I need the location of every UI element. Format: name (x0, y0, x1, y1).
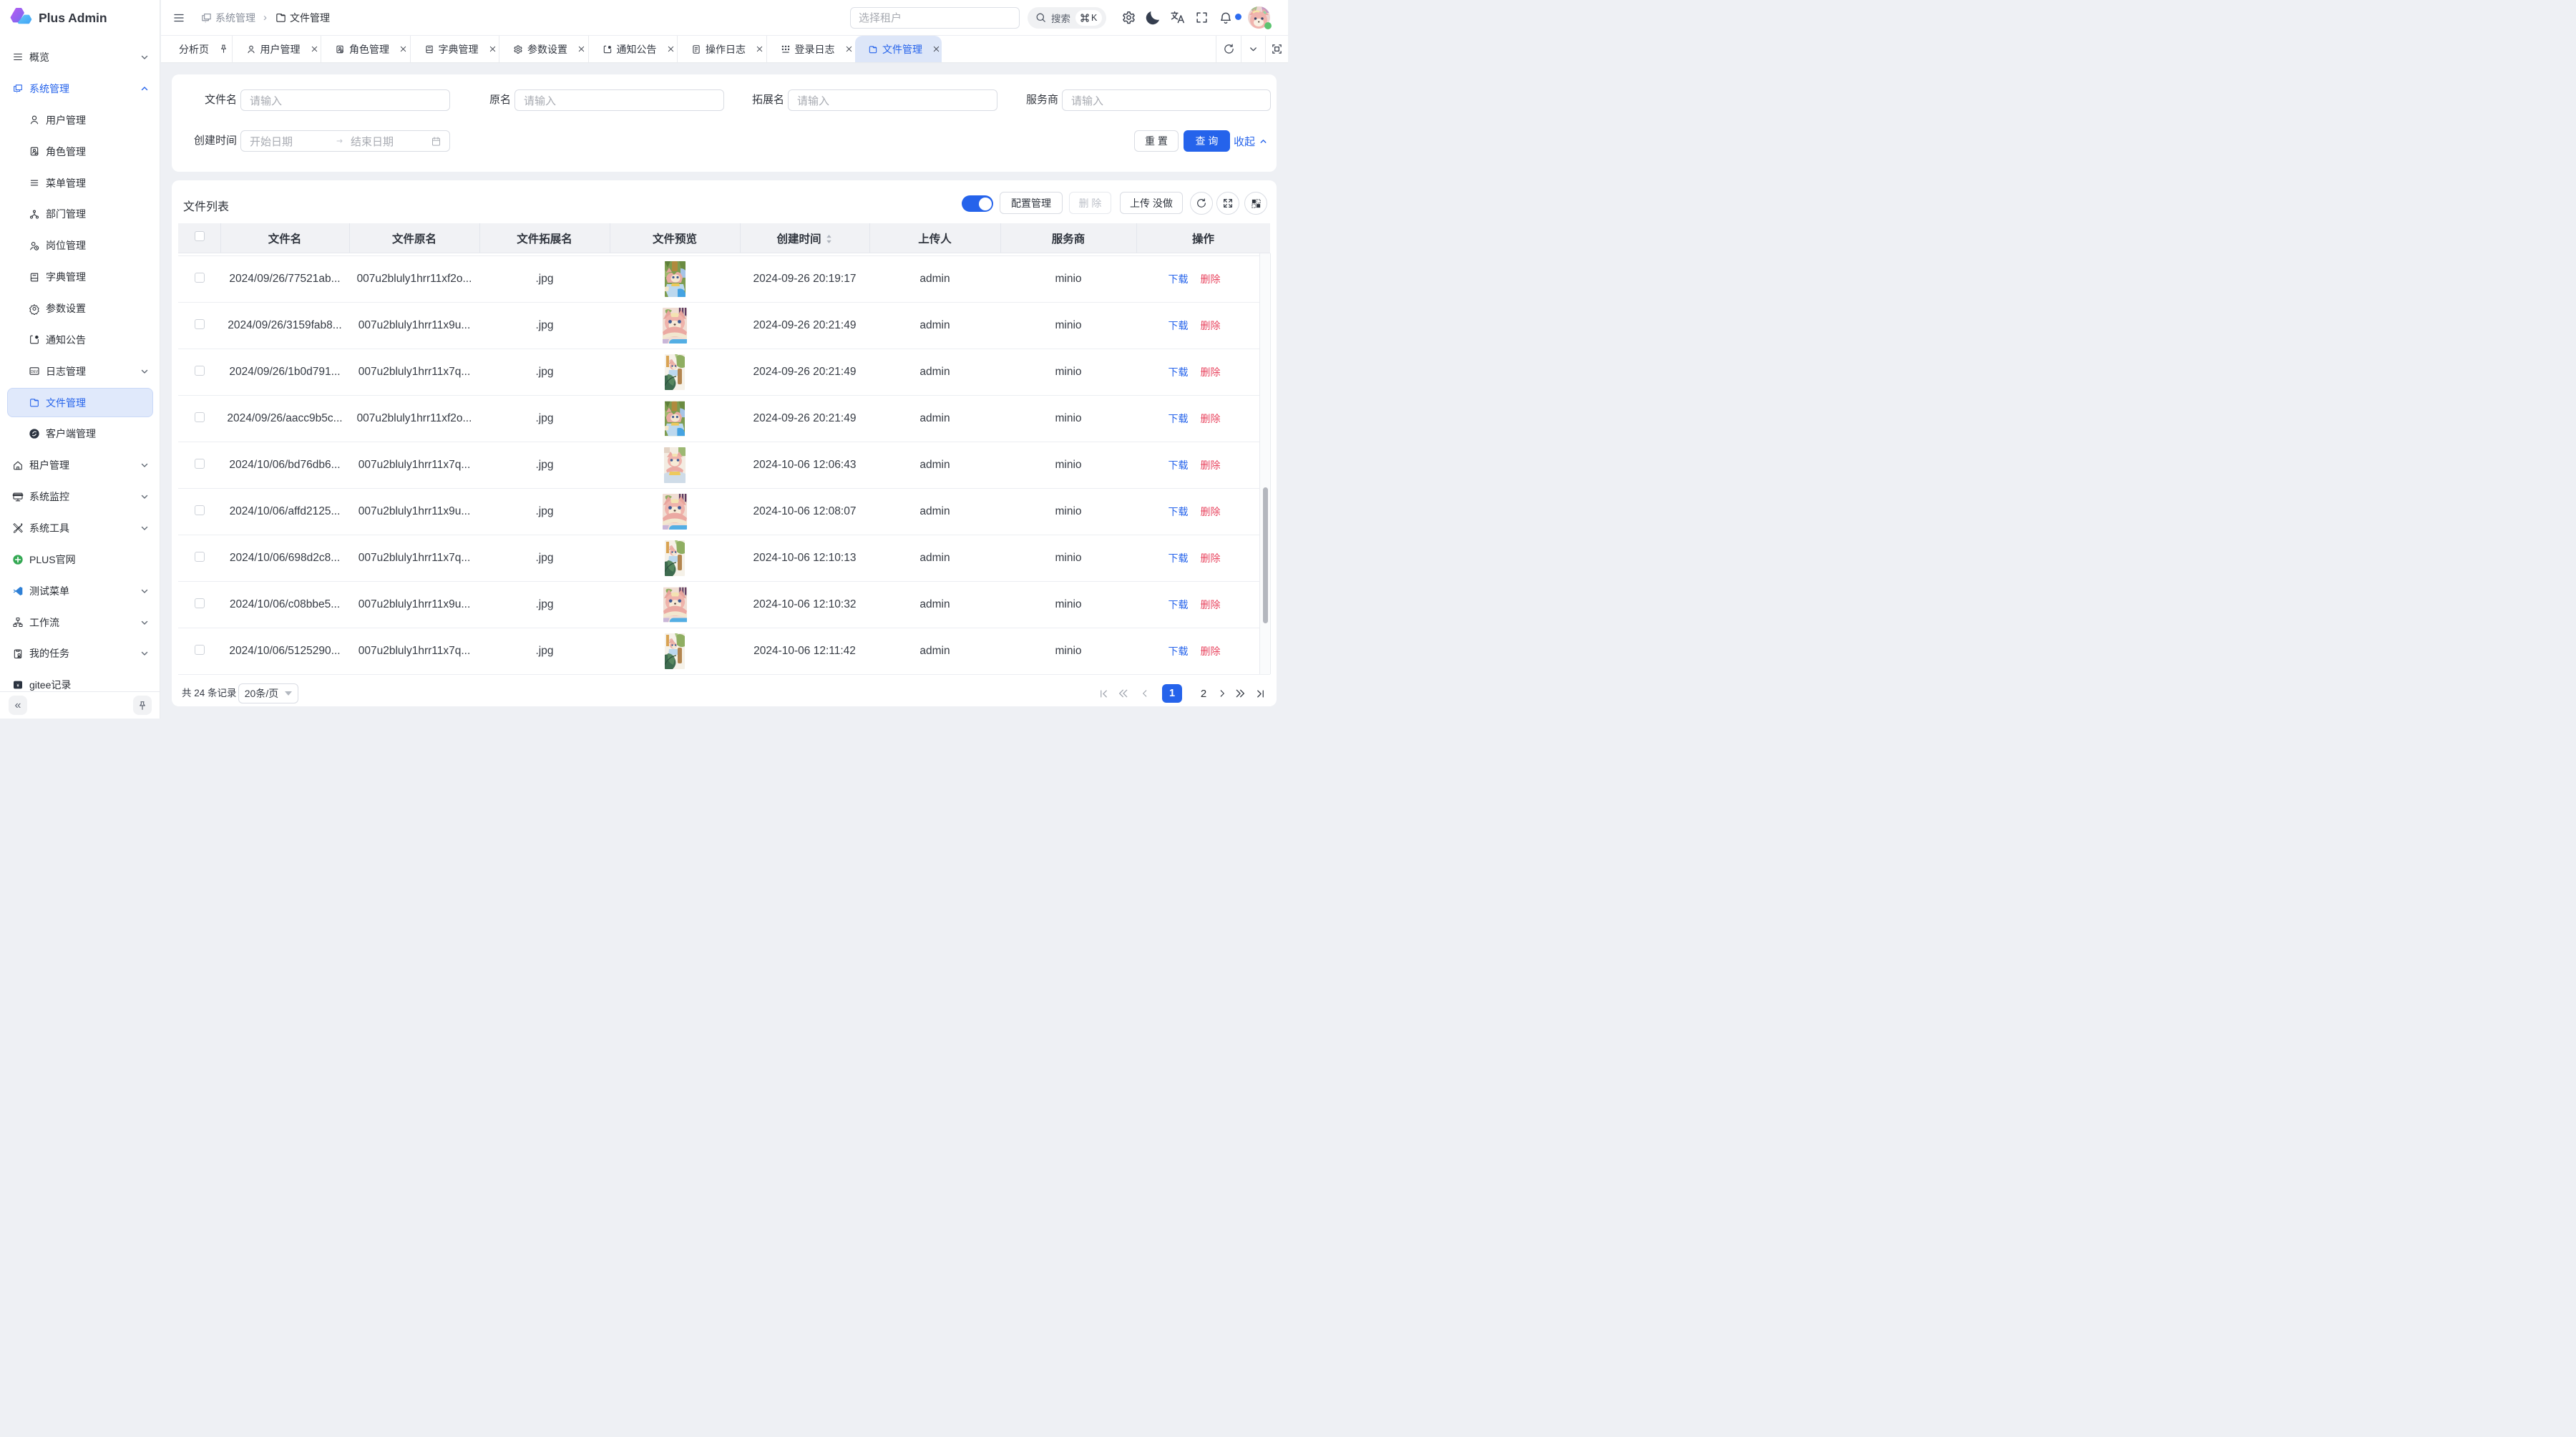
svg-text:DEV: DEV (31, 370, 39, 374)
